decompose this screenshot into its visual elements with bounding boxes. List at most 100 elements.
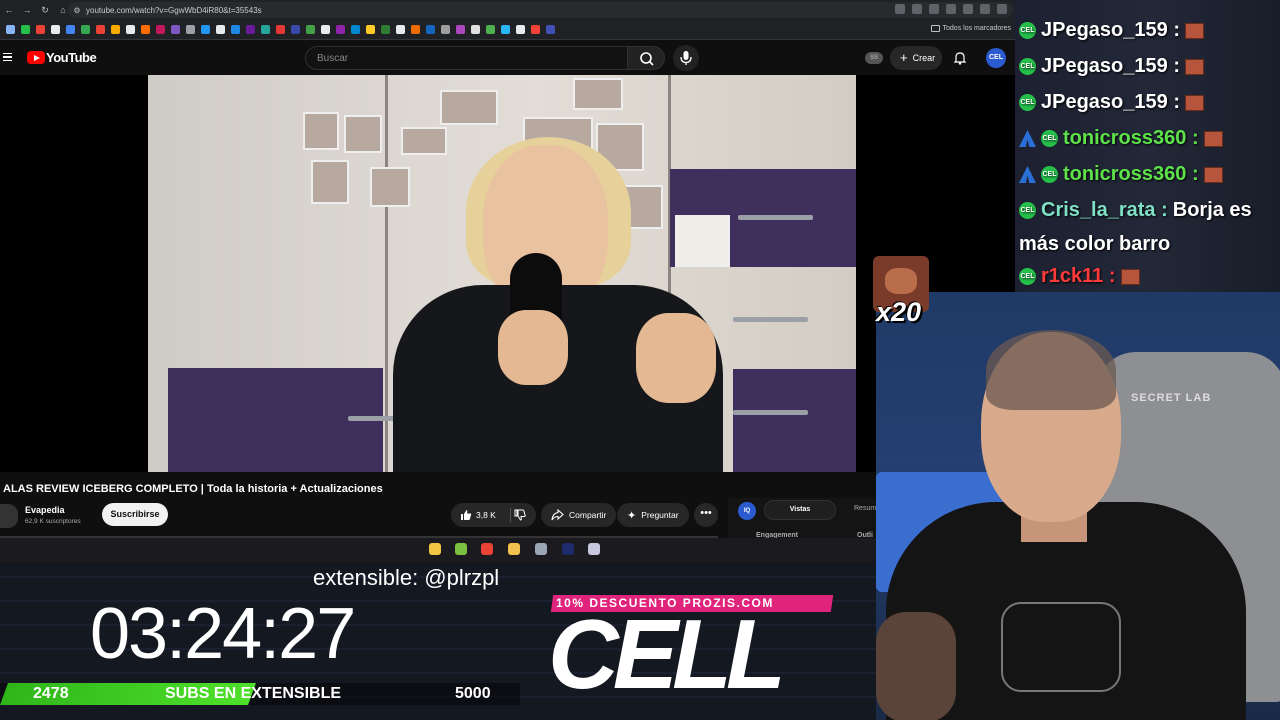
bookmark-favicon-icon[interactable] (261, 25, 270, 34)
share-icon[interactable] (929, 4, 939, 14)
thumbs-up-icon[interactable] (460, 509, 472, 521)
bookmark-favicon-icon[interactable] (366, 25, 375, 34)
bookmark-favicon-icon[interactable] (6, 25, 15, 34)
bookmark-favicon-icon[interactable] (516, 25, 525, 34)
zoom-icon[interactable] (895, 4, 905, 14)
back-icon[interactable]: ← (0, 1, 18, 19)
bookmark-favicon-icon[interactable] (246, 25, 255, 34)
channel-badge-icon[interactable]: CEL (1019, 268, 1036, 285)
taskbar-app-icon[interactable] (481, 543, 493, 555)
bookmark-favicon-icon[interactable] (171, 25, 180, 34)
taskbar-app-icon[interactable] (508, 543, 520, 555)
prime-badge-icon[interactable] (1019, 166, 1036, 183)
chat-username[interactable]: r1ck11 : (1041, 265, 1116, 288)
chat-username[interactable]: JPegaso_159 : (1041, 19, 1180, 42)
bookmark-favicon-icon[interactable] (156, 25, 165, 34)
bookmark-favicon-icon[interactable] (471, 25, 480, 34)
bookmark-favicon-icon[interactable] (456, 25, 465, 34)
video-player[interactable] (0, 75, 1015, 472)
thumbs-down-icon[interactable] (514, 509, 526, 521)
like-count[interactable]: 3,8 K (476, 510, 496, 520)
tab-vistas[interactable]: Vistas (764, 500, 836, 520)
bookmark-favicon-icon[interactable] (381, 25, 390, 34)
downloads-icon[interactable] (980, 4, 990, 14)
url-text[interactable]: youtube.com/watch?v=GgwWbD4iR80&t=35543s (86, 6, 262, 15)
account-avatar[interactable]: CEL (986, 48, 1006, 68)
chat-username[interactable]: JPegaso_159 : (1041, 55, 1180, 78)
bookmark-favicon-icon[interactable] (276, 25, 285, 34)
bookmark-favicon-icon[interactable] (21, 25, 30, 34)
search-button[interactable] (627, 46, 665, 70)
bookmark-favicon-icon[interactable] (111, 25, 120, 34)
bookmark-favicon-icon[interactable] (411, 25, 420, 34)
chat-username[interactable]: tonicross360 : (1063, 127, 1199, 150)
voice-search-button[interactable] (673, 45, 699, 71)
bookmark-favicon-icon[interactable] (81, 25, 90, 34)
extension-icon[interactable] (963, 4, 973, 14)
youtube-brand[interactable]: YouTube (46, 50, 97, 65)
bookmark-favicon-icon[interactable] (426, 25, 435, 34)
channel-badge-icon[interactable]: CEL (1019, 22, 1036, 39)
site-info-icon[interactable]: ⚙ (68, 6, 86, 15)
channel-badge-icon[interactable]: CEL (1019, 202, 1036, 219)
bookmark-favicon-icon[interactable] (321, 25, 330, 34)
bookmark-favicon-icon[interactable] (126, 25, 135, 34)
bookmark-favicon-icon[interactable] (186, 25, 195, 34)
more-actions-button[interactable]: ••• (694, 503, 718, 527)
bookmark-favicon-icon[interactable] (201, 25, 210, 34)
video-frame[interactable] (148, 75, 856, 472)
address-bar[interactable]: ⚙ youtube.com/watch?v=GgwWbD4iR80&t=3554… (68, 2, 1013, 18)
youtube-logo-icon[interactable] (27, 51, 45, 64)
iq-badge[interactable]: IQ (738, 502, 756, 520)
taskbar-app-icon[interactable] (588, 543, 600, 555)
ask-button[interactable]: ✦ Preguntar (617, 503, 689, 527)
taskbar (0, 538, 876, 562)
channel-badge-icon[interactable]: CEL (1019, 58, 1036, 75)
taskbar-app-icon[interactable] (455, 543, 467, 555)
taskbar-app-icon[interactable] (535, 543, 547, 555)
channel-badge-icon[interactable]: CEL (1041, 166, 1058, 183)
bookmark-favicon-icon[interactable] (36, 25, 45, 34)
bookmark-favicon-icon[interactable] (306, 25, 315, 34)
taskbar-app-icon[interactable] (429, 543, 441, 555)
forward-icon[interactable]: → (18, 1, 36, 19)
chat-username[interactable]: JPegaso_159 : (1041, 91, 1180, 114)
bookmark-favicon-icon[interactable] (66, 25, 75, 34)
chat-username[interactable]: tonicross360 : (1063, 163, 1199, 186)
cast-icon[interactable] (912, 4, 922, 14)
search-field[interactable] (305, 46, 628, 70)
bookmark-favicon-icon[interactable] (351, 25, 360, 34)
bookmark-favicon-icon[interactable] (546, 25, 555, 34)
chat-username[interactable]: Cris_la_rata : (1041, 199, 1168, 222)
bookmark-favicon-icon[interactable] (216, 25, 225, 34)
bookmark-favicon-icon[interactable] (501, 25, 510, 34)
channel-badge-icon[interactable]: CEL (1019, 94, 1036, 111)
subscribe-button[interactable]: Suscribirse (102, 503, 168, 526)
menu-icon[interactable] (3, 53, 12, 61)
channel-badge-icon[interactable]: CEL (1041, 130, 1058, 147)
prime-badge-icon[interactable] (1019, 130, 1036, 147)
bookmark-favicon-icon[interactable] (336, 25, 345, 34)
bookmark-favicon-icon[interactable] (531, 25, 540, 34)
create-button[interactable]: + Crear (890, 46, 942, 70)
taskbar-app-icon[interactable] (562, 543, 574, 555)
reload-icon[interactable]: ↻ (36, 1, 54, 19)
bookmark-favicon-icon[interactable] (291, 25, 300, 34)
channel-name[interactable]: Evapedia (25, 505, 65, 515)
bookmark-favicon-icon[interactable] (51, 25, 60, 34)
bookmark-favicon-icon[interactable] (96, 25, 105, 34)
search-input[interactable] (317, 52, 627, 64)
tab-resumen[interactable]: Resum (854, 505, 876, 512)
profile-icon[interactable] (997, 4, 1007, 14)
share-button[interactable]: Compartir (541, 503, 617, 527)
notifications-bell-icon[interactable] (952, 50, 968, 66)
bookmark-favicon-icon[interactable] (141, 25, 150, 34)
all-bookmarks[interactable]: Todos los marcadores (930, 25, 1011, 32)
bookmark-favicon-icon[interactable] (441, 25, 450, 34)
bookmark-favicon-icon[interactable] (231, 25, 240, 34)
bookmark-star-icon[interactable] (946, 4, 956, 14)
ss-badge[interactable]: SS (865, 52, 883, 64)
bookmark-favicon-icon[interactable] (396, 25, 405, 34)
bookmark-favicon-icon[interactable] (486, 25, 495, 34)
channel-avatar[interactable] (0, 504, 18, 528)
